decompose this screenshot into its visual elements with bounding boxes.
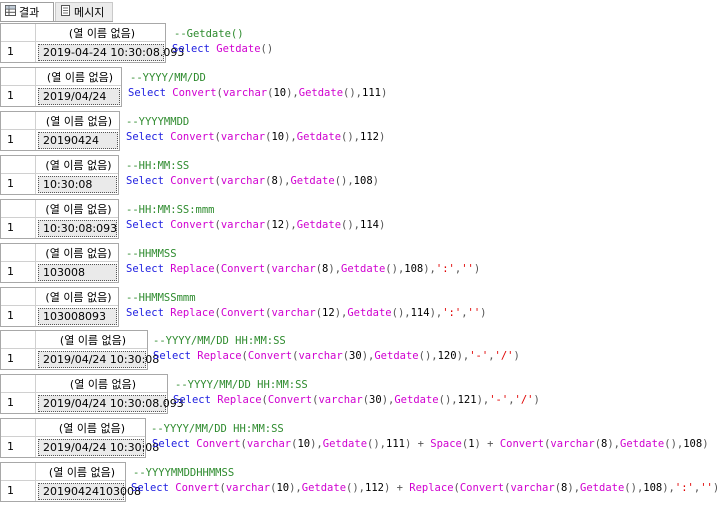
grid-header-line xyxy=(1,217,118,218)
row-header-separator xyxy=(35,24,36,62)
sql-comment: --YYYYMMDD xyxy=(126,116,190,128)
grid-header-line xyxy=(1,129,119,130)
row-header-separator xyxy=(35,200,36,238)
column-header[interactable]: (열 이름 없음) xyxy=(39,113,119,129)
sql-statement: Select Replace(Convert(varchar(8),Getdat… xyxy=(126,263,481,275)
row-header-separator xyxy=(35,112,36,150)
result-cell[interactable]: 10:30:08:093 xyxy=(38,220,117,237)
row-header-separator xyxy=(35,463,36,501)
result-grid: (열 이름 없음) 1 2019/04/24 10:30:08.093 xyxy=(0,374,184,414)
row-header-separator xyxy=(35,419,36,457)
result-grid: (열 이름 없음) 1 10:30:08 xyxy=(0,155,119,195)
sql-statement: Select Getdate() xyxy=(172,43,274,55)
grid-header-line xyxy=(1,480,125,481)
grid-icon xyxy=(5,5,16,19)
tab-messages-label: 메시지 xyxy=(74,6,105,19)
sql-comment: --YYYY/MM/DD HH:MM:SS xyxy=(153,335,286,347)
column-header[interactable]: (열 이름 없음) xyxy=(39,420,145,436)
result-grid: (열 이름 없음) 1 103008 xyxy=(0,243,119,283)
sql-comment: --YYYY/MM/DD xyxy=(130,72,206,84)
grid-header-line xyxy=(1,436,145,437)
sql-comment: --HHMMSS xyxy=(126,248,177,260)
results-tab-bar: 결과 메시지 xyxy=(0,0,113,22)
grid-header-line xyxy=(1,85,121,86)
row-number[interactable]: 1 xyxy=(7,89,14,102)
column-header[interactable]: (열 이름 없음) xyxy=(39,25,165,41)
sql-statement: Select Replace(Convert(varchar(12),Getda… xyxy=(126,307,487,319)
message-icon xyxy=(60,5,71,19)
column-header[interactable]: (열 이름 없음) xyxy=(39,376,167,392)
row-number[interactable]: 1 xyxy=(7,484,14,497)
row-header-separator xyxy=(35,244,36,282)
sql-statement: Select Replace(Convert(varchar(30),Getda… xyxy=(173,394,540,406)
row-header-separator xyxy=(35,375,36,413)
row-number[interactable]: 1 xyxy=(7,265,14,278)
sql-comment: --YYYYMMDDHHMMSS xyxy=(133,467,235,479)
column-header[interactable]: (열 이름 없음) xyxy=(39,332,147,348)
result-grid: (열 이름 없음) 1 2019/04/24 10:30:08 xyxy=(0,418,159,458)
sql-comment: --HH:MM:SS xyxy=(126,160,190,172)
grid-header-line xyxy=(1,348,147,349)
result-cell[interactable]: 10:30:08 xyxy=(38,176,117,193)
result-grid: (열 이름 없음) 1 2019-04-24 10:30:08.093 xyxy=(0,23,184,63)
result-grid: (열 이름 없음) 1 20190424103008 xyxy=(0,462,141,502)
tab-results-label: 결과 xyxy=(19,6,40,19)
sql-statement: Select Convert(varchar(10),Getdate(),111… xyxy=(128,87,388,99)
sql-statement: Select Convert(varchar(12),Getdate(),114… xyxy=(126,219,386,231)
sql-comment: --HHMMSSmmm xyxy=(126,292,196,304)
column-header[interactable]: (열 이름 없음) xyxy=(39,157,118,173)
result-cell[interactable]: 2019/04/24 10:30:08.093 xyxy=(38,395,184,412)
sql-comment: --HH:MM:SS:mmm xyxy=(126,204,215,216)
row-number[interactable]: 1 xyxy=(7,45,14,58)
tab-messages[interactable]: 메시지 xyxy=(55,2,113,21)
result-cell[interactable]: 103008093 xyxy=(38,308,117,325)
result-grid: (열 이름 없음) 1 2019/04/24 10:30:08 xyxy=(0,330,159,370)
result-cell[interactable]: 2019/04/24 10:30:08 xyxy=(38,351,159,368)
result-cell[interactable]: 103008 xyxy=(38,264,117,281)
grid-header-line xyxy=(1,392,167,393)
result-cell[interactable]: 2019/04/24 10:30:08 xyxy=(38,439,159,456)
tab-divider xyxy=(0,21,113,22)
result-grid: (열 이름 없음) 1 103008093 xyxy=(0,287,119,327)
result-cell[interactable]: 2019-04-24 10:30:08.093 xyxy=(38,44,184,61)
tab-results[interactable]: 결과 xyxy=(0,2,54,21)
row-number[interactable]: 1 xyxy=(7,133,14,146)
row-number[interactable]: 1 xyxy=(7,221,14,234)
sql-statement: Select Convert(varchar(10),Getdate(),111… xyxy=(152,438,709,450)
sql-statement: Select Replace(Convert(varchar(30),Getda… xyxy=(153,350,520,362)
column-header[interactable]: (열 이름 없음) xyxy=(39,245,118,261)
row-number[interactable]: 1 xyxy=(7,396,14,409)
row-number[interactable]: 1 xyxy=(7,440,14,453)
row-number[interactable]: 1 xyxy=(7,352,14,365)
sql-comment: --Getdate() xyxy=(174,28,244,40)
grid-header-line xyxy=(1,41,165,42)
sql-statement: Select Convert(varchar(10),Getdate(),112… xyxy=(126,131,386,143)
row-header-separator xyxy=(35,288,36,326)
row-number[interactable]: 1 xyxy=(7,309,14,322)
sql-comment: --YYYY/MM/DD HH:MM:SS xyxy=(151,423,284,435)
sql-comment: --YYYY/MM/DD HH:MM:SS xyxy=(175,379,308,391)
column-header[interactable]: (열 이름 없음) xyxy=(39,201,118,217)
result-cell[interactable]: 20190424 xyxy=(38,132,118,149)
sql-statement: Select Convert(varchar(10),Getdate(),112… xyxy=(131,482,720,494)
result-cell[interactable]: 2019/04/24 xyxy=(38,88,120,105)
column-header[interactable]: (열 이름 없음) xyxy=(39,464,125,480)
sql-statement: Select Convert(varchar(8),Getdate(),108) xyxy=(126,175,379,187)
result-grid: (열 이름 없음) 1 20190424 xyxy=(0,111,120,151)
column-header[interactable]: (열 이름 없음) xyxy=(39,289,118,305)
result-cell[interactable]: 20190424103008 xyxy=(38,483,141,500)
row-header-separator xyxy=(35,331,36,369)
result-grid: (열 이름 없음) 1 2019/04/24 xyxy=(0,67,122,107)
row-header-separator xyxy=(35,68,36,106)
grid-header-line xyxy=(1,261,118,262)
row-number[interactable]: 1 xyxy=(7,177,14,190)
grid-header-line xyxy=(1,173,118,174)
grid-header-line xyxy=(1,305,118,306)
column-header[interactable]: (열 이름 없음) xyxy=(39,69,121,85)
result-grid: (열 이름 없음) 1 10:30:08:093 xyxy=(0,199,119,239)
row-header-separator xyxy=(35,156,36,194)
